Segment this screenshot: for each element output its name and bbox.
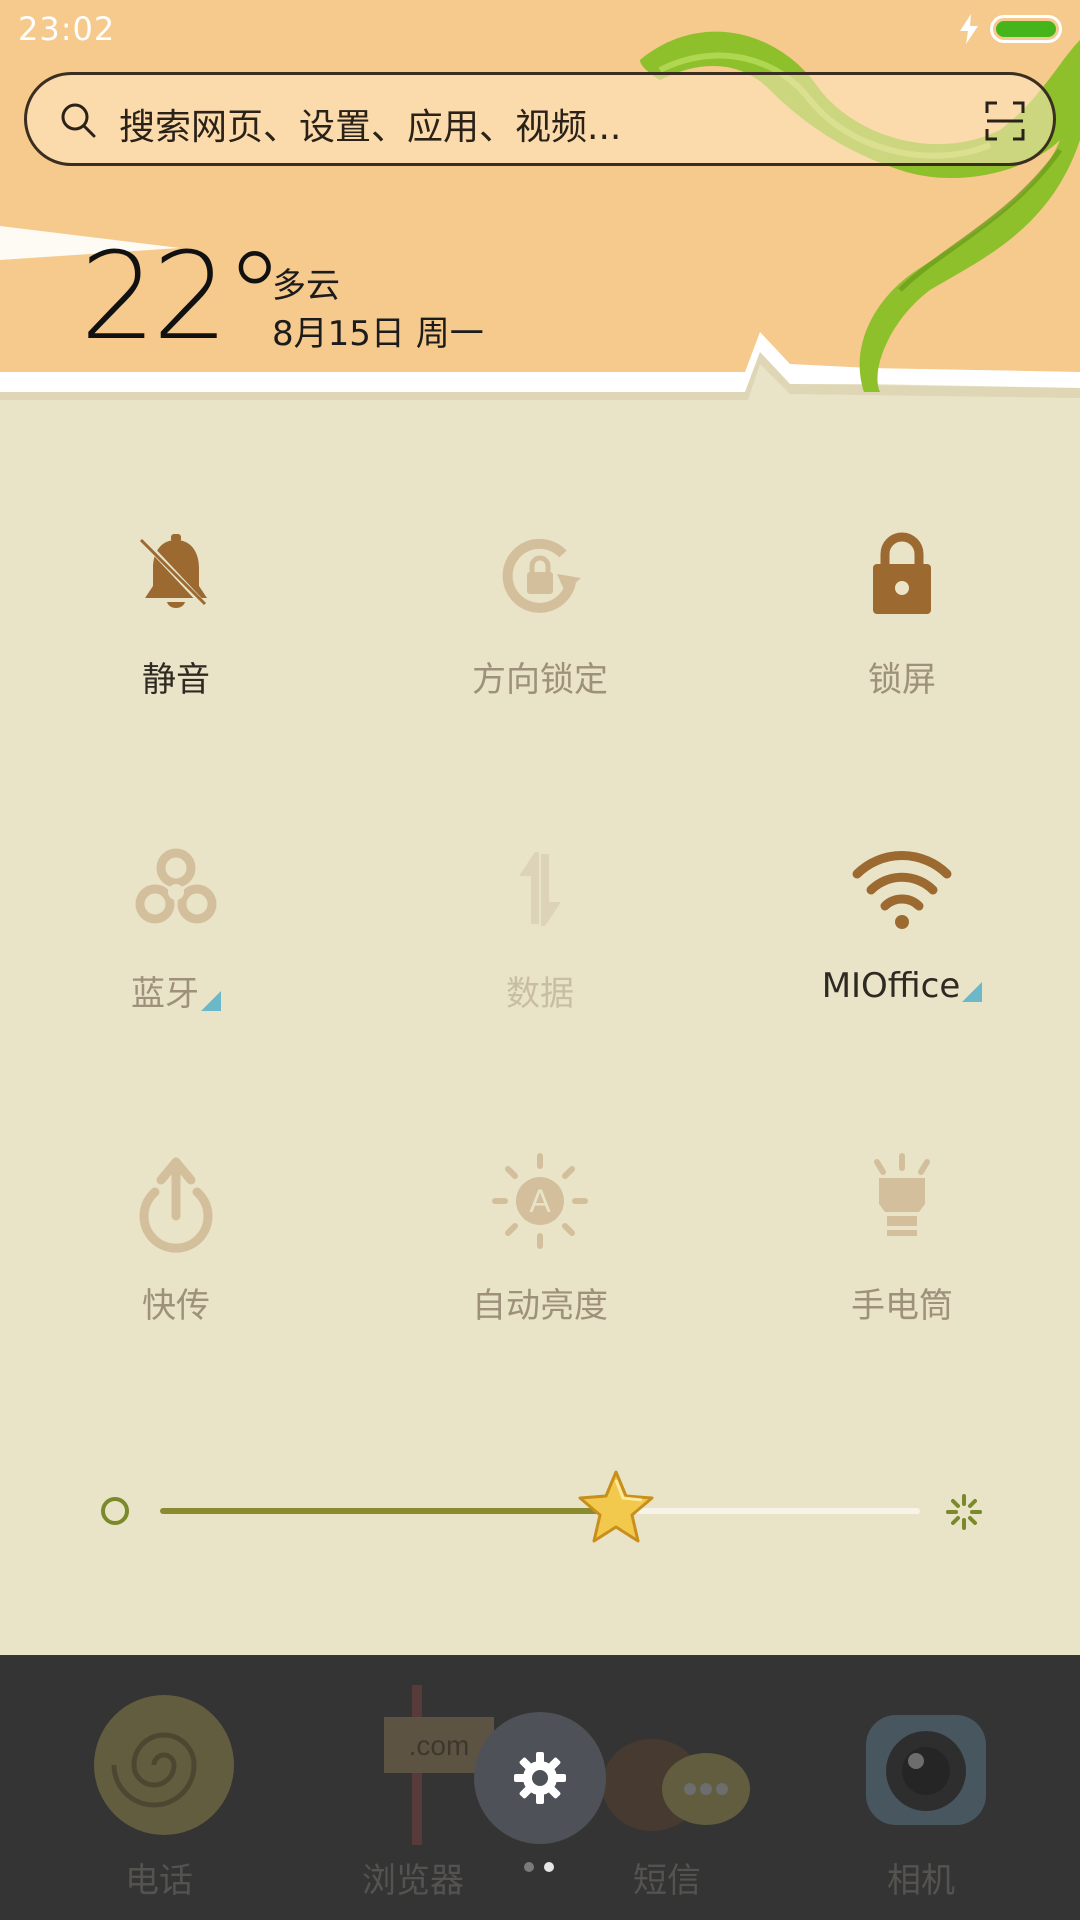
auto-brightness-icon: A [492, 1153, 588, 1249]
menu-corner-icon[interactable] [962, 982, 983, 1002]
notification-header: 23:02 搜索网页、设置、应用、视频... 22° 多云 8月15日 周一 [0, 0, 1080, 400]
svg-text:.com: .com [409, 1730, 470, 1761]
toggle-label: 数据 [506, 974, 574, 1014]
search-bar[interactable]: 搜索网页、设置、应用、视频... [24, 72, 1056, 166]
weather-temperature[interactable]: 22° [80, 238, 285, 358]
toggle-label: 方向锁定 [472, 660, 608, 700]
bluetooth-icon [135, 848, 217, 924]
dock-app-camera[interactable]: 相机 [786, 1655, 1056, 1920]
share-upload-icon [139, 1157, 213, 1253]
toggle-bluetooth[interactable]: 蓝牙 [26, 814, 326, 1054]
flashlight-icon [874, 1153, 930, 1236]
toggle-label: 自动亮度 [472, 1286, 608, 1326]
status-indicators [958, 14, 1062, 44]
bell-off-icon [139, 534, 208, 609]
battery-icon [990, 15, 1062, 43]
brightness-fill [160, 1508, 616, 1514]
phone-shell-icon [94, 1695, 234, 1835]
status-time: 23:02 [18, 10, 116, 48]
dock-app-label: 浏览器 [362, 1861, 464, 1901]
toggle-label: 手电筒 [851, 1286, 953, 1326]
status-bar: 23:02 [0, 0, 1080, 60]
data-arrows-icon [519, 852, 561, 926]
settings-button[interactable] [474, 1712, 606, 1844]
toggle-mobile-data[interactable]: 数据 [390, 814, 690, 1054]
weather-date: 8月15日 周一 [272, 314, 484, 354]
toggle-auto-brightness[interactable]: A 自动亮度 [390, 1126, 690, 1366]
battery-level-fill [996, 21, 1056, 37]
toggle-label: 静音 [142, 660, 210, 700]
toggle-rotation-lock[interactable]: 方向锁定 [390, 500, 690, 740]
brightness-low-icon [101, 1497, 129, 1525]
dock-app-label: 短信 [633, 1861, 701, 1901]
wifi-icon [852, 851, 952, 929]
toggle-label-text: MIOffice [821, 966, 961, 1006]
search-icon [61, 103, 96, 138]
rotation-lock-icon [502, 538, 581, 613]
scan-icon[interactable] [985, 101, 1025, 141]
page-dot [524, 1862, 534, 1872]
dock-app-label: 相机 [887, 1861, 955, 1901]
toggle-label: 锁屏 [868, 660, 936, 700]
toggle-label-text: 蓝牙 [131, 974, 199, 1014]
message-coconut-icon [602, 1739, 750, 1831]
page-indicator [524, 1862, 564, 1874]
toggle-label: MIOffice [822, 966, 983, 1006]
star-icon[interactable] [574, 1466, 658, 1550]
dock-app-phone[interactable]: 电话 [24, 1655, 294, 1920]
weather-condition: 多云 [272, 266, 340, 306]
toggle-wifi[interactable]: MIOffice [752, 814, 1052, 1054]
camera-icon [866, 1715, 986, 1825]
menu-corner-icon[interactable] [201, 991, 221, 1011]
padlock-icon [873, 532, 931, 614]
toggle-quick-share[interactable]: 快传 [26, 1126, 326, 1366]
charging-bolt-icon [960, 14, 978, 44]
brightness-slider[interactable] [0, 1470, 1080, 1550]
gear-icon [514, 1752, 566, 1804]
toggle-lock-screen[interactable]: 锁屏 [752, 500, 1052, 740]
dock-app-label: 电话 [125, 1861, 193, 1901]
toggle-silent[interactable]: 静音 [26, 500, 326, 740]
toggle-label: 蓝牙 [131, 966, 221, 1015]
brightness-track[interactable] [160, 1470, 920, 1543]
brightness-high-icon [946, 1494, 982, 1530]
toggle-label: 快传 [142, 1286, 210, 1326]
page-dot-active [544, 1862, 554, 1872]
search-placeholder: 搜索网页、设置、应用、视频... [119, 107, 622, 148]
svg-text:A: A [529, 1183, 551, 1219]
toggle-flashlight[interactable]: 手电筒 [752, 1126, 1052, 1366]
